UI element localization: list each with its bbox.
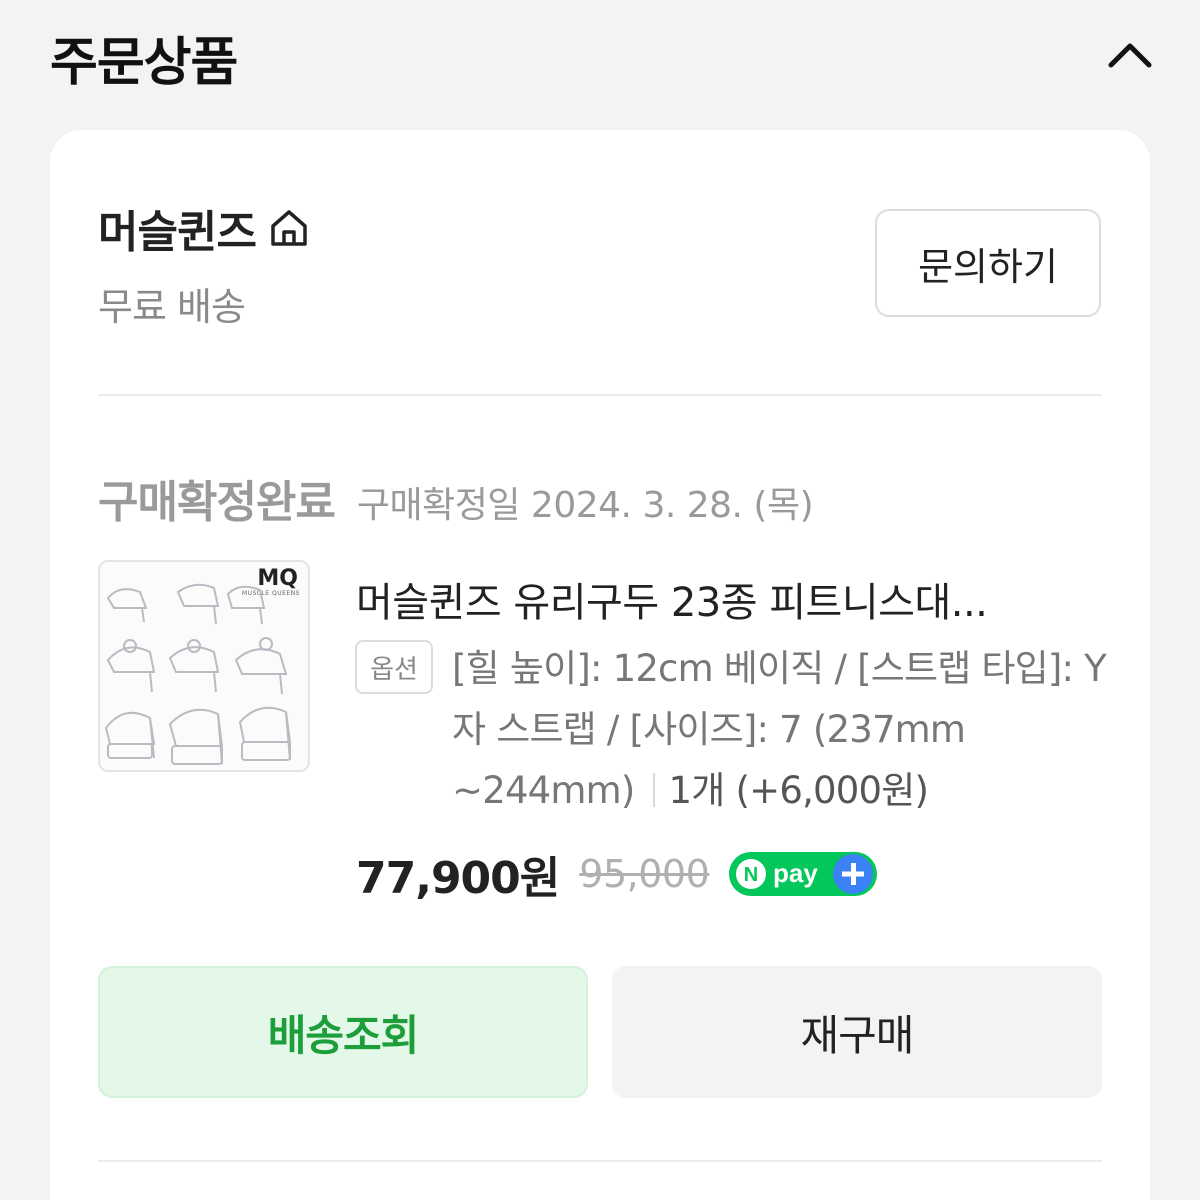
chevron-up-icon	[1108, 43, 1152, 68]
inquiry-button[interactable]: 문의하기	[875, 209, 1101, 317]
rebuy-button[interactable]: 재구매	[612, 966, 1102, 1098]
option-badge: 옵션	[355, 640, 433, 694]
divider	[98, 1160, 1102, 1162]
product-option: [힐 높이]: 12cm 베이직 / [스트랩 타입]: Y자 스트랩 / [사…	[452, 638, 1112, 821]
home-icon[interactable]	[268, 207, 310, 249]
product-name[interactable]: 머슬퀸즈 유리구두 23종 피트니스대...	[356, 570, 1076, 628]
store-header[interactable]: 머슬퀸즈	[98, 196, 310, 260]
npay-plus-badge: N pay	[729, 852, 878, 896]
collapse-button[interactable]	[1100, 30, 1160, 80]
track-delivery-button[interactable]: 배송조회	[98, 966, 588, 1098]
shoes-image	[104, 583, 292, 765]
quantity: 1개 (+6,000원)	[668, 769, 929, 812]
store-name[interactable]: 머슬퀸즈	[98, 196, 257, 260]
price-row: 77,900원 95,000 N pay	[356, 842, 878, 906]
original-price: 95,000	[579, 852, 710, 896]
product-thumbnail[interactable]: MQ MUSCLE QUEENS	[98, 560, 310, 772]
shipping-info: 무료 배송	[98, 285, 246, 329]
section-title: 주문상품	[50, 33, 238, 93]
order-status-row: 구매확정완료 구매확정일 2024. 3. 28. (목)	[98, 466, 814, 530]
svg-text:N: N	[744, 864, 758, 886]
separator	[652, 772, 655, 807]
sale-price: 77,900원	[356, 853, 560, 904]
order-card: 머슬퀸즈 무료 배송 문의하기 구매확정완료 구매확정일 2024. 3. 28…	[50, 130, 1150, 1200]
divider	[98, 394, 1102, 396]
order-status: 구매확정완료	[98, 477, 336, 528]
section-header: 주문상품	[0, 0, 1200, 110]
svg-text:pay: pay	[773, 858, 818, 888]
confirm-date: 구매확정일 2024. 3. 28. (목)	[356, 485, 814, 526]
